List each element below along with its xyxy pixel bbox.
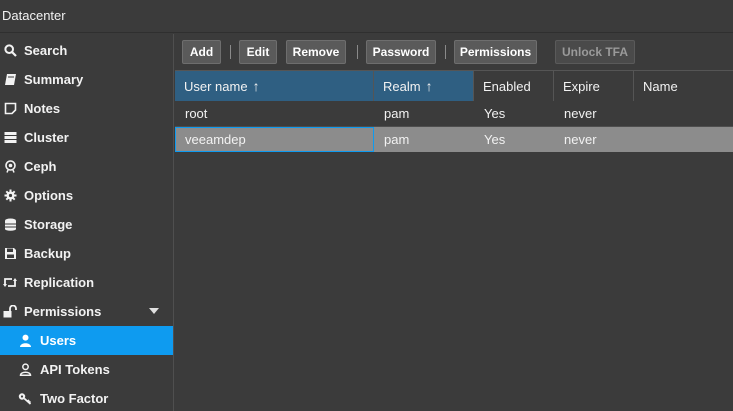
sidebar-item-ceph[interactable]: Ceph [0, 152, 173, 181]
cell-name [634, 101, 733, 126]
floppy-icon [3, 247, 17, 261]
sidebar-item-options[interactable]: Options [0, 181, 173, 210]
table-row[interactable]: root pam Yes never [175, 101, 733, 126]
cell-name [634, 127, 733, 152]
cell-expire: never [564, 106, 597, 121]
permissions-button[interactable]: Permissions [454, 40, 537, 64]
column-header-username[interactable]: User name ↑ [175, 71, 374, 101]
sidebar-item-label: Replication [24, 275, 95, 290]
cell-expire: never [564, 132, 597, 147]
ceph-icon [3, 160, 17, 174]
cell-realm: pam [384, 132, 410, 147]
server-icon [3, 131, 17, 145]
chevron-down-icon[interactable] [149, 308, 159, 314]
sidebar: Search Summary Notes Cluster Ceph Option… [0, 34, 174, 411]
retweet-icon [3, 276, 17, 290]
database-icon [3, 218, 17, 232]
sidebar-item-label: Cluster [24, 130, 69, 145]
sidebar-item-notes[interactable]: Notes [0, 94, 173, 123]
sort-arrow-icon: ↑ [425, 78, 433, 94]
cell-enabled: Yes [484, 106, 506, 121]
password-button[interactable]: Password [366, 40, 436, 64]
add-button[interactable]: Add [182, 40, 221, 64]
sidebar-item-label: Storage [24, 217, 73, 232]
sidebar-item-summary[interactable]: Summary [0, 65, 173, 94]
grid-header: User name ↑ Realm ↑ Enabled Expire Name [175, 70, 733, 101]
column-header-enabled[interactable]: Enabled [474, 71, 554, 101]
table-row[interactable]: veeamdep pam Yes never [175, 127, 733, 152]
sidebar-item-label: Ceph [24, 159, 57, 174]
sidebar-item-two-factor[interactable]: Two Factor [0, 384, 173, 411]
toolbar-separator [445, 45, 446, 59]
sidebar-item-label: Two Factor [40, 391, 109, 406]
column-header-realm[interactable]: Realm ↑ [374, 71, 474, 101]
sidebar-item-label: Options [24, 188, 74, 203]
note-icon [3, 102, 17, 116]
sidebar-item-label: API Tokens [40, 362, 110, 377]
sidebar-item-label: Summary [24, 72, 84, 87]
title-bar: Datacenter [0, 0, 733, 33]
column-header-name[interactable]: Name [634, 71, 733, 101]
sidebar-item-label: Backup [24, 246, 71, 261]
sidebar-item-label: Search [24, 43, 68, 58]
key-icon [18, 392, 32, 406]
sidebar-item-permissions[interactable]: Permissions [0, 297, 173, 326]
remove-button[interactable]: Remove [286, 40, 346, 64]
sidebar-item-backup[interactable]: Backup [0, 239, 173, 268]
unlock-tfa-button[interactable]: Unlock TFA [555, 40, 635, 64]
sidebar-item-cluster[interactable]: Cluster [0, 123, 173, 152]
toolbar-separator [357, 45, 358, 59]
cell-realm: pam [384, 106, 410, 121]
user-outline-icon [18, 363, 32, 377]
book-icon [3, 73, 17, 87]
toolbar-separator [230, 45, 231, 59]
gear-icon [3, 189, 17, 203]
sidebar-item-api-tokens[interactable]: API Tokens [0, 355, 173, 384]
search-icon [3, 44, 17, 58]
sidebar-item-label: Permissions [24, 304, 102, 319]
cell-enabled: Yes [484, 132, 506, 147]
user-icon [18, 334, 32, 348]
sidebar-item-users[interactable]: Users [0, 326, 173, 355]
users-panel: Add Edit Remove Password Permissions Unl… [175, 34, 733, 411]
users-grid: User name ↑ Realm ↑ Enabled Expire Name … [175, 70, 733, 411]
cell-username: root [185, 106, 208, 121]
sidebar-item-search[interactable]: Search [0, 36, 173, 65]
sort-arrow-icon: ↑ [252, 78, 260, 94]
toolbar: Add Edit Remove Password Permissions Unl… [175, 34, 733, 70]
sidebar-item-label: Notes [24, 101, 61, 116]
sidebar-item-replication[interactable]: Replication [0, 268, 173, 297]
unlock-icon [3, 305, 17, 319]
column-header-expire[interactable]: Expire [554, 71, 634, 101]
edit-button[interactable]: Edit [239, 40, 277, 64]
sidebar-item-label: Users [40, 333, 77, 348]
cell-username: veeamdep [185, 132, 246, 147]
page-title: Datacenter [2, 8, 66, 23]
sidebar-item-storage[interactable]: Storage [0, 210, 173, 239]
